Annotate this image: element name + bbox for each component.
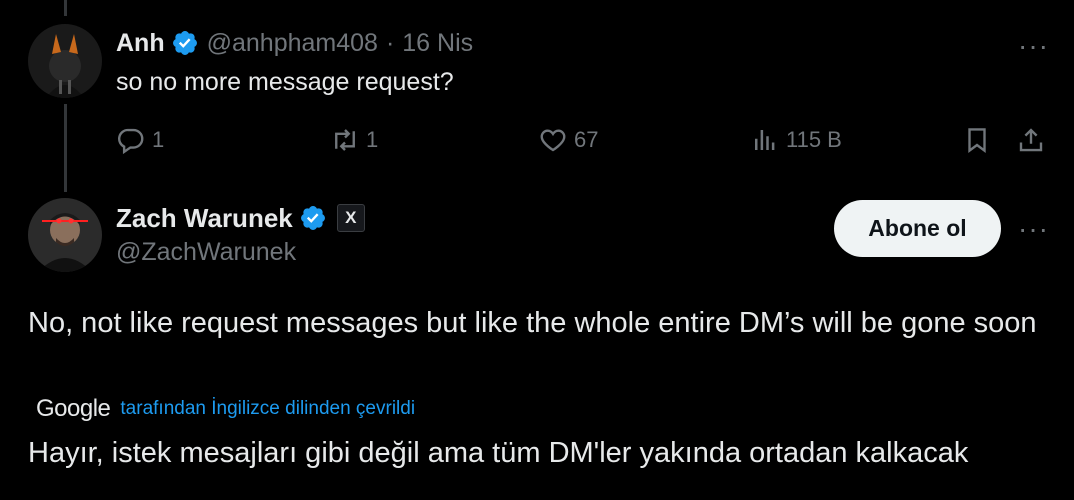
like-count: 67	[574, 127, 599, 152]
tweet-avatar[interactable]	[28, 198, 102, 272]
views-icon	[755, 130, 775, 150]
reply-count: 1	[152, 127, 165, 152]
reply-text: so no more message request?	[116, 68, 454, 96]
views-button[interactable]: 115 B	[750, 122, 842, 158]
follow-button[interactable]: Abone ol	[834, 200, 1001, 257]
repost-button[interactable]: 1	[330, 122, 378, 158]
author-handle[interactable]: @anhpham408	[207, 29, 378, 58]
translation-info-link[interactable]: tarafından İngilizce dilinden çevrildi	[120, 398, 415, 420]
bookmark-icon	[968, 128, 986, 153]
author-name[interactable]: Anh	[116, 29, 165, 58]
thread-line	[64, 104, 67, 192]
reply-button[interactable]: 1	[116, 122, 164, 158]
bookmark-button[interactable]	[962, 122, 998, 158]
more-options-icon[interactable]: ···	[1018, 215, 1049, 243]
x-affiliation-badge[interactable]: X	[336, 204, 365, 232]
more-options-icon[interactable]: ···	[1018, 32, 1049, 60]
views-count: 115 B	[786, 127, 842, 152]
verified-badge-icon[interactable]	[171, 29, 199, 57]
author-name[interactable]: Zach Warunek	[116, 203, 293, 234]
heart-icon	[540, 129, 566, 152]
tweet-text: No, not like request messages but like t…	[28, 307, 1037, 339]
post-date[interactable]: 16 Nis	[402, 29, 473, 58]
repost-count: 1	[366, 127, 379, 152]
thread-line	[64, 0, 67, 16]
share-icon	[1019, 128, 1043, 152]
translated-text: Hayır, istek mesajları gibi değil ama tü…	[28, 437, 969, 469]
share-button[interactable]	[1016, 122, 1052, 158]
separator-dot: ·	[385, 28, 395, 57]
author-handle[interactable]: @ZachWarunek	[116, 238, 296, 267]
reply-header: Anh @anhpham408 · 16 Nis	[116, 27, 473, 59]
tweet-author-row: Zach Warunek X	[116, 200, 365, 236]
like-button[interactable]: 67	[538, 122, 598, 158]
translation-attribution: Google tarafından İngilizce dilinden çev…	[36, 393, 415, 425]
reply-avatar[interactable]	[28, 24, 102, 98]
verified-badge-icon[interactable]	[299, 204, 327, 232]
reply-icon	[118, 128, 144, 155]
repost-icon	[335, 129, 355, 151]
google-logo: Google	[36, 395, 111, 422]
